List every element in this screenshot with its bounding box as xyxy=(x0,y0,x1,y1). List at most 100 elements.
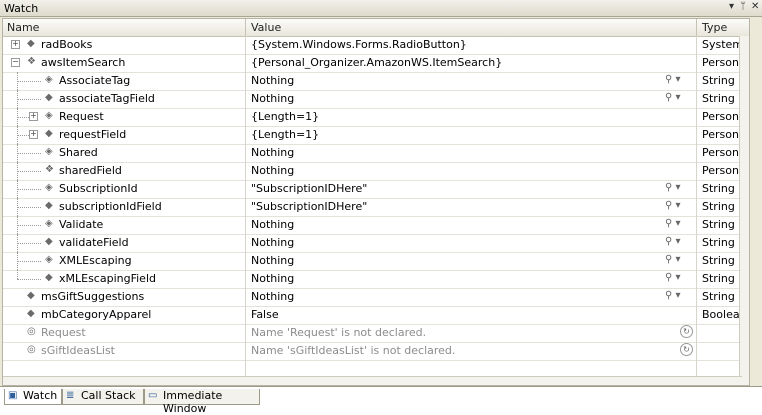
horizontal-scrollbar[interactable] xyxy=(3,376,742,385)
visualizer-icon[interactable]: ⚲ ▾ xyxy=(665,182,681,193)
watch-name[interactable]: radBooks xyxy=(41,38,237,51)
watch-name[interactable]: xMLEscapingField xyxy=(59,272,237,285)
tab-call-stack[interactable]: ≣ Call Stack xyxy=(62,389,144,405)
watch-name[interactable]: Shared xyxy=(59,146,237,159)
tree-line xyxy=(17,171,41,172)
table-row[interactable]: ◈ SubscriptionId "SubscriptionIDHere" ⚲ ▾ St… xyxy=(3,180,749,199)
table-row[interactable]: ❖ sharedField Nothing Persona xyxy=(3,162,749,181)
visualizer-icon[interactable]: ⚲ ▾ xyxy=(665,272,681,283)
expand-icon[interactable]: + xyxy=(29,112,38,121)
tab-immediate-window[interactable]: ▭ Immediate Window xyxy=(144,389,260,415)
watch-value[interactable]: Nothing xyxy=(251,272,651,285)
table-row[interactable]: ◈ XMLEscaping Nothing ⚲ ▾ String xyxy=(3,252,749,271)
table-row[interactable]: + ◆ radBooks {System.Windows.Forms.RadioBut… xyxy=(3,36,749,55)
property-icon: ◈ xyxy=(45,182,53,193)
refresh-icon[interactable]: ↻ xyxy=(680,325,693,338)
close-icon[interactable]: ✕ xyxy=(751,1,759,12)
title-bar: Watch ▾ ᛘ ✕ xyxy=(0,0,762,17)
watch-value[interactable]: Nothing xyxy=(251,164,651,177)
watch-name[interactable]: Validate xyxy=(59,218,237,231)
table-row[interactable]: ◈ AssociateTag Nothing ⚲ ▾ String xyxy=(3,72,749,91)
watch-name[interactable]: Request xyxy=(59,110,237,123)
visualizer-icon[interactable]: ⚲ ▾ xyxy=(665,254,681,265)
table-row[interactable]: ◆ associateTagField Nothing ⚲ ▾ String xyxy=(3,90,749,109)
watch-value[interactable]: False xyxy=(251,308,651,321)
watch-value[interactable]: {System.Windows.Forms.RadioButton} xyxy=(251,38,651,51)
watch-value[interactable]: {Length=1} xyxy=(251,110,651,123)
watch-icon: ▣ xyxy=(8,390,18,401)
table-row[interactable]: ◆ msGiftSuggestions Nothing ⚲ ▾ String xyxy=(3,288,749,307)
watch-type: String xyxy=(702,272,735,285)
expand-icon[interactable]: + xyxy=(29,130,38,139)
watch-name[interactable]: mbCategoryApparel xyxy=(41,308,237,321)
watch-value[interactable]: {Length=1} xyxy=(251,128,651,141)
table-row[interactable]: + ◈ Request {Length=1} Persona xyxy=(3,108,749,127)
expand-icon[interactable]: + xyxy=(11,40,20,49)
field-icon: ◆ xyxy=(45,128,53,139)
watch-name[interactable]: SubscriptionId xyxy=(59,182,237,195)
tree-line xyxy=(17,207,41,208)
watch-value[interactable]: Name 'sGiftIdeasList' is not declared. xyxy=(251,344,651,357)
watch-type: Persona xyxy=(702,164,740,177)
watch-value[interactable]: Nothing xyxy=(251,290,651,303)
watch-name[interactable]: validateField xyxy=(59,236,237,249)
watch-name[interactable]: msGiftSuggestions xyxy=(41,290,237,303)
watch-type: String xyxy=(702,92,735,105)
watch-value[interactable]: Nothing xyxy=(251,92,651,105)
watch-name[interactable]: sharedField xyxy=(59,164,237,177)
call-stack-icon: ≣ xyxy=(66,390,75,401)
watch-value[interactable]: Name 'Request' is not declared. xyxy=(251,326,651,339)
watch-name[interactable]: sGiftIdeasList xyxy=(41,344,237,357)
table-row[interactable]: ◈ Validate Nothing ⚲ ▾ String xyxy=(3,216,749,235)
vertical-scrollbar[interactable] xyxy=(739,36,749,385)
column-header-value[interactable]: Value xyxy=(251,21,281,34)
table-row[interactable]: ◆ subscriptionIdField "SubscriptionIDHere"… xyxy=(3,198,749,217)
column-header-name[interactable]: Name xyxy=(7,21,39,34)
table-row[interactable]: ◎ sGiftIdeasList Name 'sGiftIdeasList' is … xyxy=(3,342,749,361)
watch-type: String xyxy=(702,218,735,231)
watch-value[interactable]: Nothing xyxy=(251,254,651,267)
tool-window-tabs: ▣ Watch ≣ Call Stack ▭ Immediate Window xyxy=(0,386,762,415)
column-divider[interactable] xyxy=(245,19,246,36)
table-row[interactable]: ◎ Request Name 'Request' is not declared. ↻ xyxy=(3,324,749,343)
visualizer-icon[interactable]: ⚲ ▾ xyxy=(665,236,681,247)
tab-watch[interactable]: ▣ Watch xyxy=(4,389,62,405)
visualizer-icon[interactable]: ⚲ ▾ xyxy=(665,92,681,103)
watch-name[interactable]: XMLEscaping xyxy=(59,254,237,267)
watch-value[interactable]: Nothing xyxy=(251,146,651,159)
column-header-type[interactable]: Type xyxy=(702,21,727,34)
watch-name[interactable]: Request xyxy=(41,326,237,339)
dropdown-icon[interactable]: ▾ xyxy=(729,1,734,12)
watch-value[interactable]: Nothing xyxy=(251,218,651,231)
watch-value[interactable]: "SubscriptionIDHere" xyxy=(251,200,651,213)
watch-value[interactable]: "SubscriptionIDHere" xyxy=(251,182,651,195)
tree-line xyxy=(17,225,41,226)
watch-name[interactable]: requestField xyxy=(59,128,237,141)
table-row[interactable]: ◆ validateField Nothing ⚲ ▾ String xyxy=(3,234,749,253)
table-row[interactable]: ◆ xMLEscapingField Nothing ⚲ ▾ String xyxy=(3,270,749,289)
watch-value[interactable]: Nothing xyxy=(251,236,651,249)
visualizer-icon[interactable]: ⚲ ▾ xyxy=(665,290,681,301)
table-row[interactable]: ◆ mbCategoryApparel False Boolean xyxy=(3,306,749,325)
visualizer-icon[interactable]: ⚲ ▾ xyxy=(665,200,681,211)
watch-name[interactable]: awsItemSearch xyxy=(41,56,237,69)
visualizer-icon[interactable]: ⚲ ▾ xyxy=(665,218,681,229)
table-row[interactable]: − ❖ awsItemSearch {Personal_Organizer.Amazo… xyxy=(3,54,749,73)
column-divider[interactable] xyxy=(696,19,697,36)
watch-type: Persona xyxy=(702,110,740,123)
tab-label: Watch xyxy=(23,389,58,402)
table-row[interactable]: ◈ Shared Nothing Persona xyxy=(3,144,749,163)
pin-icon[interactable]: ᛘ xyxy=(740,1,746,12)
tree-line xyxy=(17,153,41,154)
watch-value[interactable]: Nothing xyxy=(251,74,651,87)
window-title: Watch xyxy=(4,2,39,15)
watch-name[interactable]: associateTagField xyxy=(59,92,237,105)
watch-name[interactable]: subscriptionIdField xyxy=(59,200,237,213)
watch-type: String xyxy=(702,182,735,195)
collapse-icon[interactable]: − xyxy=(11,58,20,67)
table-row[interactable]: + ◆ requestField {Length=1} Persona xyxy=(3,126,749,145)
watch-value[interactable]: {Personal_Organizer.AmazonWS.ItemSearch} xyxy=(251,56,651,69)
refresh-icon[interactable]: ↻ xyxy=(680,343,693,356)
visualizer-icon[interactable]: ⚲ ▾ xyxy=(665,74,681,85)
watch-name[interactable]: AssociateTag xyxy=(59,74,237,87)
